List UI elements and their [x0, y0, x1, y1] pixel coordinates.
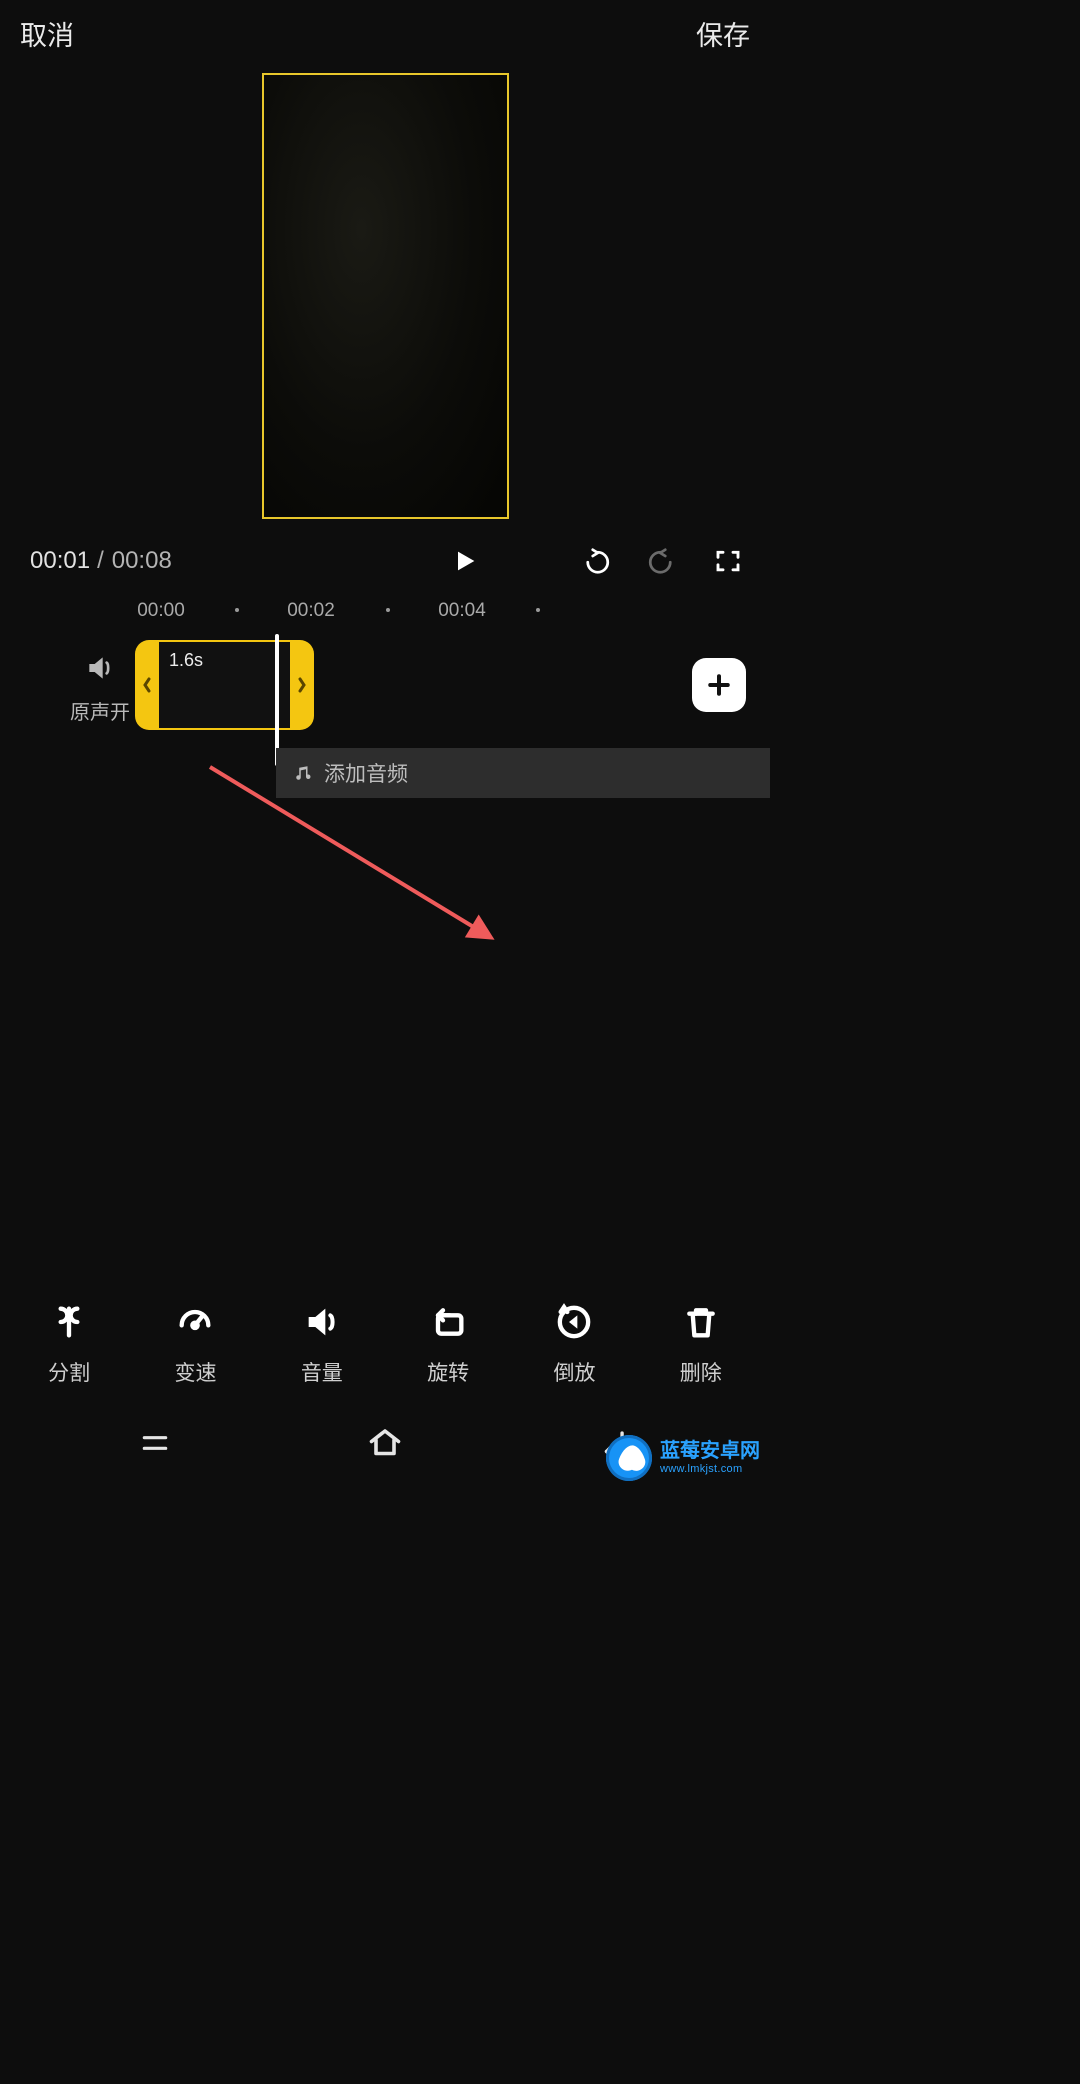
delete-icon — [676, 1301, 726, 1343]
time-current: 00:01 — [30, 547, 90, 575]
video-clip[interactable]: 1.6s — [135, 640, 314, 730]
reverse-label: 倒放 — [553, 1357, 595, 1387]
split-label: 分割 — [48, 1357, 90, 1387]
split-tool[interactable]: 分割 — [21, 1301, 117, 1387]
save-button[interactable]: 保存 — [696, 14, 750, 53]
original-sound-toggle[interactable]: 原声开 — [60, 652, 140, 725]
time-separator: / — [97, 547, 104, 575]
undo-button[interactable] — [572, 544, 616, 578]
ruler-dot — [536, 608, 540, 612]
redo-button[interactable] — [642, 544, 686, 578]
nav-back-button[interactable] — [590, 1423, 640, 1463]
music-icon — [294, 764, 312, 782]
volume-tool[interactable]: 音量 — [274, 1301, 370, 1387]
clip-thumbnail: 1.6s — [159, 642, 290, 728]
reverse-tool[interactable]: 倒放 — [526, 1301, 622, 1387]
speaker-icon — [82, 652, 118, 684]
clip-handle-right[interactable] — [290, 640, 314, 730]
nav-home-button[interactable] — [360, 1423, 410, 1463]
nav-menu-button[interactable] — [130, 1423, 180, 1463]
play-button[interactable] — [448, 544, 482, 578]
speed-tool[interactable]: 变速 — [147, 1301, 243, 1387]
timeline-playhead[interactable] — [275, 634, 279, 766]
delete-tool[interactable]: 删除 — [653, 1301, 749, 1387]
original-sound-label: 原声开 — [70, 696, 130, 725]
rotate-tool[interactable]: 旋转 — [400, 1301, 496, 1387]
ruler-dot — [235, 608, 239, 612]
rotate-label: 旋转 — [427, 1357, 469, 1387]
rotate-icon — [423, 1301, 473, 1343]
ruler-label: 00:04 — [438, 600, 486, 622]
ruler-dot — [386, 608, 390, 612]
speed-icon — [170, 1301, 220, 1343]
cancel-button[interactable]: 取消 — [20, 14, 74, 53]
add-audio-track[interactable]: 添加音频 — [276, 748, 770, 798]
delete-label: 删除 — [680, 1357, 722, 1387]
timeline-ruler[interactable]: 00:00 00:02 00:04 — [0, 596, 770, 626]
volume-label: 音量 — [301, 1357, 343, 1387]
fullscreen-button[interactable] — [712, 545, 744, 577]
reverse-icon — [549, 1301, 599, 1343]
add-clip-button[interactable] — [692, 658, 746, 712]
video-preview[interactable] — [262, 73, 509, 519]
volume-icon — [297, 1301, 347, 1343]
split-icon — [44, 1301, 94, 1343]
speed-label: 变速 — [174, 1357, 216, 1387]
add-audio-label: 添加音频 — [324, 758, 408, 788]
clip-duration: 1.6s — [169, 650, 203, 671]
ruler-label: 00:00 — [137, 600, 185, 622]
time-total: 00:08 — [112, 547, 172, 575]
ruler-label: 00:02 — [287, 600, 335, 622]
clip-handle-left[interactable] — [135, 640, 159, 730]
